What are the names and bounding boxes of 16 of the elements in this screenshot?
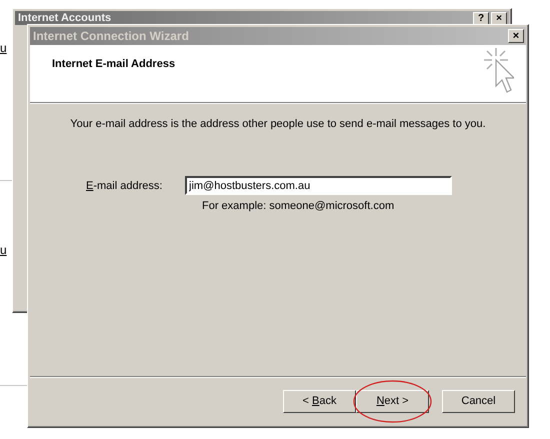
help-button[interactable]: ? [473,12,489,24]
back-button[interactable]: < Back [283,390,356,412]
page-heading: Internet E-mail Address [52,58,176,72]
next-button[interactable]: Next > [356,390,429,412]
description-text: Your e-mail address is the address other people use to send e-mail messages to you. [70,118,486,130]
close-button[interactable]: × [491,12,507,24]
close-button[interactable]: × [508,29,524,43]
cursor-sparkle-icon [484,48,514,94]
example-text: For example: someone@microsoft.com [202,200,394,212]
window-title: Internet Connection Wizard [33,29,190,43]
link-text[interactable]: u [0,41,7,55]
email-field[interactable]: jim@hostbusters.com.au [185,176,452,195]
cancel-button[interactable]: Cancel [442,390,515,412]
field-label: E-mail address: [86,180,164,192]
window-title: Internet Accounts [18,12,112,24]
link-text[interactable]: u [0,243,7,257]
